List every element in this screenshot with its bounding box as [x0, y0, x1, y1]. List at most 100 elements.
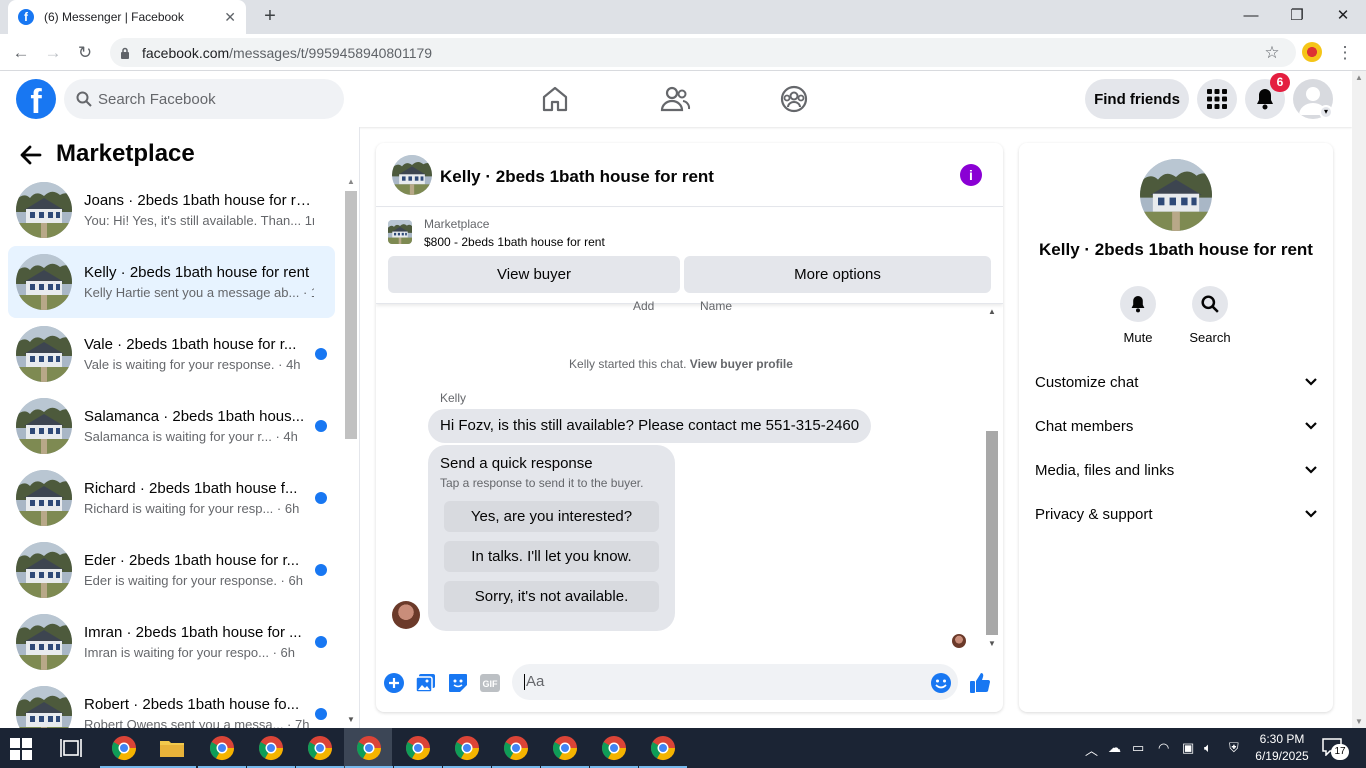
taskbar-clock[interactable]: 6:30 PM 6/19/2025 — [1252, 731, 1312, 765]
conversation-item[interactable]: Salamanca · 2beds 1bath hous... Salamanca… — [8, 390, 335, 462]
media-files-links-label: Media, files and links — [1035, 461, 1175, 479]
page-scrollbar[interactable]: ▲ ▼ — [1352, 71, 1366, 728]
account-chevron-icon[interactable]: ▾ — [1319, 105, 1333, 119]
mute-button[interactable]: Mute — [1108, 286, 1168, 345]
plus-icon[interactable] — [382, 671, 406, 695]
sender-avatar[interactable] — [392, 601, 420, 629]
info-icon[interactable]: i — [960, 164, 982, 186]
find-friends-button[interactable]: Find friends — [1085, 79, 1189, 119]
unread-dot — [315, 708, 327, 720]
conversation-item[interactable]: Eder · 2beds 1bath house for r... Eder is… — [8, 534, 335, 606]
clock-date: 6/19/2025 — [1255, 749, 1309, 763]
sticker-icon[interactable] — [446, 671, 470, 695]
url-input[interactable]: facebook.com/messages/t/9959458940801179 — [110, 38, 1296, 67]
conversation-thumbnail — [16, 182, 72, 238]
chat-members-row[interactable]: Chat members — [1035, 408, 1317, 444]
tab-close-icon[interactable]: ✕ — [224, 9, 236, 26]
quick-reply-not-available-button[interactable]: Sorry, it's not available. — [444, 581, 659, 612]
conversation-item[interactable]: Kelly · 2beds 1bath house for rent Kelly … — [8, 246, 335, 318]
minimize-icon[interactable]: — — [1236, 4, 1266, 28]
conversation-title: Vale · 2beds 1bath house for r... — [84, 336, 297, 353]
tray-chevron-icon[interactable]: ︿ — [1085, 740, 1098, 759]
conversation-thumbnail — [16, 398, 72, 454]
tray-cloud-icon[interactable]: ☁ — [1108, 740, 1121, 756]
back-icon[interactable]: ← — [10, 42, 32, 64]
emoji-icon[interactable] — [929, 671, 953, 695]
task-view-icon[interactable] — [60, 738, 82, 758]
tray-network-icon[interactable]: ▣ — [1182, 740, 1194, 756]
chat-title[interactable]: Kelly · 2beds 1bath house for rent — [440, 167, 714, 187]
unread-dot — [315, 348, 327, 360]
quick-reply-yes-button[interactable]: Yes, are you interested? — [444, 501, 659, 532]
search-in-chat-button[interactable]: Search — [1180, 286, 1240, 345]
conversation-text: Richard · 2beds 1bath house f... Richard … — [84, 480, 314, 516]
chrome-icon[interactable] — [257, 734, 285, 762]
thumbs-up-icon[interactable] — [968, 671, 992, 695]
unread-dot — [315, 564, 327, 576]
chrome-icon[interactable] — [355, 734, 383, 762]
extension-icon[interactable] — [1302, 42, 1322, 62]
menu-grid-button[interactable] — [1197, 79, 1237, 119]
cut-off-label-name: Name — [700, 299, 733, 313]
browser-tab[interactable]: f (6) Messenger | Facebook ✕ — [8, 0, 246, 34]
file-explorer-icon[interactable] — [158, 734, 186, 762]
privacy-support-row[interactable]: Privacy & support — [1035, 496, 1317, 532]
view-buyer-button[interactable]: View buyer — [388, 256, 680, 293]
listing-price[interactable]: $800 - 2beds 1bath house for rent — [424, 235, 605, 249]
tray-battery-icon[interactable]: ▭ — [1132, 740, 1144, 756]
chrome-icon[interactable] — [404, 734, 432, 762]
lock-icon — [121, 47, 129, 59]
customize-chat-row[interactable]: Customize chat — [1035, 364, 1317, 400]
new-tab-button[interactable]: + — [258, 5, 282, 28]
conversation-item[interactable]: Vale · 2beds 1bath house for r... Vale is… — [8, 318, 335, 390]
restore-icon[interactable]: ❐ — [1282, 4, 1312, 28]
chrome-icon[interactable] — [306, 734, 334, 762]
view-buyer-profile-link[interactable]: View buyer profile — [690, 357, 793, 371]
conversation-item[interactable]: Joans · 2beds 1bath house for re... You: … — [8, 174, 335, 246]
search-input[interactable]: Search Facebook — [64, 79, 344, 119]
window-close-icon[interactable]: ✕ — [1328, 4, 1358, 28]
chrome-icon[interactable] — [110, 734, 138, 762]
quick-response-subtitle: Tap a response to send it to the buyer. — [440, 476, 644, 490]
chat-members-label: Chat members — [1035, 417, 1134, 435]
message-bubble[interactable]: Hi Fozv, is this still available? Please… — [428, 409, 872, 443]
sidebar-scrollbar[interactable]: ▲ ▼ — [343, 177, 359, 728]
facebook-logo-icon[interactable]: f — [16, 79, 56, 119]
more-options-button[interactable]: More options — [684, 256, 991, 293]
chat-scrollbar[interactable]: ▲ ▼ — [984, 305, 1000, 650]
chrome-icon[interactable] — [551, 734, 579, 762]
conversation-item[interactable]: Richard · 2beds 1bath house f... Richard … — [8, 462, 335, 534]
reload-icon[interactable]: ↻ — [74, 42, 96, 64]
marketplace-sidebar: Marketplace Joans · 2beds 1bath house fo… — [0, 127, 360, 728]
listing-thumbnail[interactable] — [392, 155, 432, 195]
tray-security-icon[interactable]: ⛨ — [1229, 740, 1239, 756]
url-domain: facebook.com — [142, 44, 230, 61]
tray-volume-icon[interactable]: 🔈︎ — [1204, 740, 1212, 756]
windows-start-icon[interactable] — [10, 738, 32, 760]
chrome-icon[interactable] — [453, 734, 481, 762]
conversation-item[interactable]: Imran · 2beds 1bath house for ... Imran i… — [8, 606, 335, 678]
message-thread: Add Name Kelly started this chat. View b… — [376, 299, 1003, 650]
chrome-icon[interactable] — [649, 734, 677, 762]
conversation-text: Kelly · 2beds 1bath house for rent Kelly … — [84, 264, 314, 300]
media-files-links-row[interactable]: Media, files and links — [1035, 452, 1317, 488]
chrome-icon[interactable] — [600, 734, 628, 762]
windows-taskbar: ︿ ☁ ▭ ◠ ▣ 🔈︎ ⛨ 6:30 PM 6/19/2025 17 — [0, 728, 1366, 768]
message-input[interactable]: Aa — [512, 664, 958, 700]
bookmark-star-icon[interactable]: ☆ — [1261, 42, 1283, 64]
chrome-icon[interactable] — [502, 734, 530, 762]
details-thumbnail — [1140, 159, 1212, 231]
gif-icon[interactable]: GIF — [478, 671, 502, 695]
photo-icon[interactable] — [414, 671, 438, 695]
home-icon[interactable] — [539, 83, 571, 115]
chrome-icon[interactable] — [208, 734, 236, 762]
quick-reply-in-talks-button[interactable]: In talks. I'll let you know. — [444, 541, 659, 572]
chat-panel: Kelly · 2beds 1bath house for rent i Mar… — [376, 143, 1003, 712]
groups-icon[interactable] — [778, 83, 810, 115]
customize-chat-label: Customize chat — [1035, 373, 1139, 391]
forward-icon[interactable]: → — [42, 42, 64, 64]
friends-icon[interactable] — [659, 83, 691, 115]
browser-menu-icon[interactable]: ⋮ — [1334, 42, 1356, 64]
tray-wifi-icon[interactable]: ◠ — [1158, 740, 1169, 756]
back-arrow-icon[interactable] — [20, 145, 42, 165]
